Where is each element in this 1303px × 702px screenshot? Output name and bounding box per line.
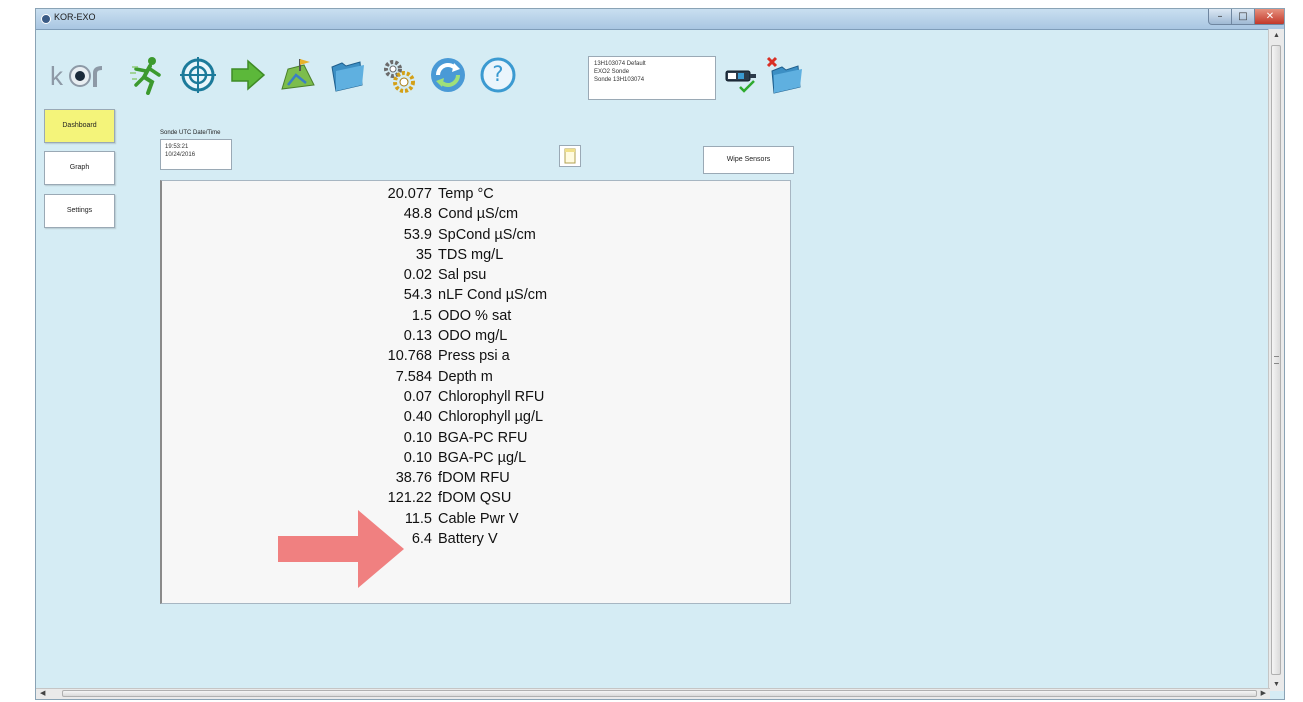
reading-unit: ODO % sat: [438, 307, 512, 324]
vertical-scroll-thumb[interactable]: [1271, 45, 1281, 675]
reading-value: 20.077: [387, 186, 432, 202]
reading-value: 1.5: [411, 307, 432, 324]
wipe-sensors-button[interactable]: Wipe Sensors: [703, 146, 794, 174]
scroll-down-icon[interactable]: ▼: [1269, 681, 1284, 688]
reading-row: 0.40 Chlorophyll µg/L: [162, 407, 790, 427]
reading-value: 7.584: [395, 368, 432, 385]
reading-row: 0.10 BGA-PC RFU: [162, 428, 790, 448]
reading-row: 54.3 nLF Cond µS/cm: [162, 285, 790, 305]
run-icon[interactable]: [128, 55, 168, 95]
disconnect-folder-icon[interactable]: [764, 55, 804, 97]
deploy-icon[interactable]: [278, 55, 318, 95]
reading-row: 10.768 Press psi a: [162, 346, 790, 366]
reading-value: 0.02: [403, 267, 432, 284]
reading-row: 121.22 fDOM QSU: [162, 488, 790, 508]
minimize-button[interactable]: –: [1208, 9, 1232, 25]
reading-value: 0.13: [403, 328, 432, 345]
pointer-arrow-icon: [278, 510, 404, 588]
sonde-name-line: Sonde 13H103074: [594, 77, 645, 83]
reading-unit: Chlorophyll RFU: [438, 388, 545, 405]
sonde-type-line: EXO2 Sonde: [594, 69, 630, 75]
reading-unit: BGA-PC RFU: [438, 429, 528, 446]
reading-value: 54.3: [403, 287, 432, 304]
reading-row: 0.13 ODO mg/L: [162, 326, 790, 346]
horizontal-scroll-thumb[interactable]: [62, 690, 1257, 697]
reading-unit: fDOM QSU: [438, 490, 512, 507]
readings-panel: 20.077 Temp °C 48.8 Cond µS/cm 53.9 SpCond µS…: [160, 180, 791, 604]
reading-unit: Chlorophyll µg/L: [438, 409, 544, 426]
readings-list: 20.077 Temp °C 48.8 Cond µS/cm 53.9 SpCond µS…: [162, 184, 790, 549]
reading-row: 0.10 BGA-PC µg/L: [162, 448, 790, 468]
help-label: ?: [492, 62, 504, 86]
datetime-date: 10/24/2016: [165, 152, 196, 158]
note-button[interactable]: [559, 145, 581, 167]
reading-unit: Depth m: [438, 368, 493, 385]
app-icon: [41, 14, 51, 24]
reading-unit: Cond µS/cm: [438, 206, 519, 223]
kor-logo: k: [50, 61, 103, 91]
reading-row: 11.5 Cable Pwr V: [162, 509, 790, 529]
reading-value: 48.8: [403, 206, 432, 223]
reading-unit: SpCond µS/cm: [438, 226, 536, 243]
reading-unit: fDOM RFU: [438, 470, 510, 487]
gears-icon[interactable]: [378, 55, 418, 95]
svg-text:k: k: [50, 61, 64, 91]
reading-value: 0.10: [403, 429, 432, 446]
nav-settings-button[interactable]: Settings: [44, 194, 115, 228]
reading-unit: Sal psu: [438, 267, 487, 284]
reading-value: 35: [415, 246, 432, 263]
note-icon: [564, 148, 576, 164]
folder-icon[interactable]: [328, 55, 368, 95]
nav-graph-button[interactable]: Graph: [44, 151, 115, 185]
reading-row: 38.76 fDOM RFU: [162, 468, 790, 488]
reading-row: 20.077 Temp °C: [162, 184, 790, 204]
reading-value: 10.768: [387, 348, 432, 365]
window-title: KOR-EXO: [54, 12, 96, 22]
reading-row: 6.4 Battery V: [162, 529, 790, 549]
calibrate-icon[interactable]: [178, 55, 218, 95]
reading-unit: Battery V: [438, 531, 498, 548]
reading-value: 53.9: [403, 226, 432, 243]
reading-row: 1.5 ODO % sat: [162, 306, 790, 326]
scroll-right-icon[interactable]: ▶: [1261, 689, 1266, 697]
nav-dashboard-button[interactable]: Dashboard: [44, 109, 115, 143]
reading-unit: Temp °C: [438, 186, 494, 202]
reading-value: 0.40: [403, 409, 432, 426]
sonde-id-line: 13H103074 Default: [594, 61, 646, 67]
reading-unit: ODO mg/L: [438, 328, 508, 345]
close-button[interactable]: ✕: [1254, 9, 1284, 25]
kor-exo-window: KOR-EXO – □ ✕ k ? 13H103074 Default EXO2…: [35, 8, 1285, 700]
scroll-up-icon[interactable]: ▲: [1269, 32, 1284, 39]
datetime-label: Sonde UTC Date/Time: [160, 130, 221, 136]
reading-unit: nLF Cond µS/cm: [438, 287, 548, 304]
scroll-grip-icon: [1274, 356, 1279, 364]
sonde-info-box: 13H103074 Default EXO2 Sonde Sonde 13H10…: [588, 56, 716, 100]
reading-row: 7.584 Depth m: [162, 367, 790, 387]
scroll-left-icon[interactable]: ◀: [40, 689, 45, 697]
reading-value: 0.10: [403, 449, 432, 466]
reading-unit: BGA-PC µg/L: [438, 449, 527, 466]
reading-unit: Cable Pwr V: [438, 510, 519, 527]
reading-row: 35 TDS mg/L: [162, 245, 790, 265]
reading-unit: TDS mg/L: [438, 246, 504, 263]
reading-row: 48.8 Cond µS/cm: [162, 204, 790, 224]
vertical-scrollbar[interactable]: ▲ ▼: [1268, 29, 1284, 691]
reading-value: 121.22: [387, 490, 432, 507]
reading-row: 0.07 Chlorophyll RFU: [162, 387, 790, 407]
arrow-right-icon[interactable]: [228, 55, 268, 95]
reading-row: 0.02 Sal psu: [162, 265, 790, 285]
sync-icon[interactable]: [428, 55, 468, 95]
reading-value: 38.76: [395, 470, 432, 487]
datetime-time: 19:53:21: [165, 144, 189, 150]
datetime-display: 19:53:21 10/24/2016: [160, 139, 232, 170]
title-bar[interactable]: KOR-EXO – □ ✕: [36, 9, 1284, 30]
help-icon[interactable]: ?: [478, 55, 518, 95]
maximize-button[interactable]: □: [1231, 9, 1255, 25]
sonde-connect-icon[interactable]: [724, 61, 760, 95]
reading-value: 0.07: [403, 388, 432, 405]
reading-row: 53.9 SpCond µS/cm: [162, 225, 790, 245]
reading-unit: Press psi a: [438, 348, 510, 365]
horizontal-scrollbar[interactable]: ◀ ▶: [36, 688, 1270, 699]
